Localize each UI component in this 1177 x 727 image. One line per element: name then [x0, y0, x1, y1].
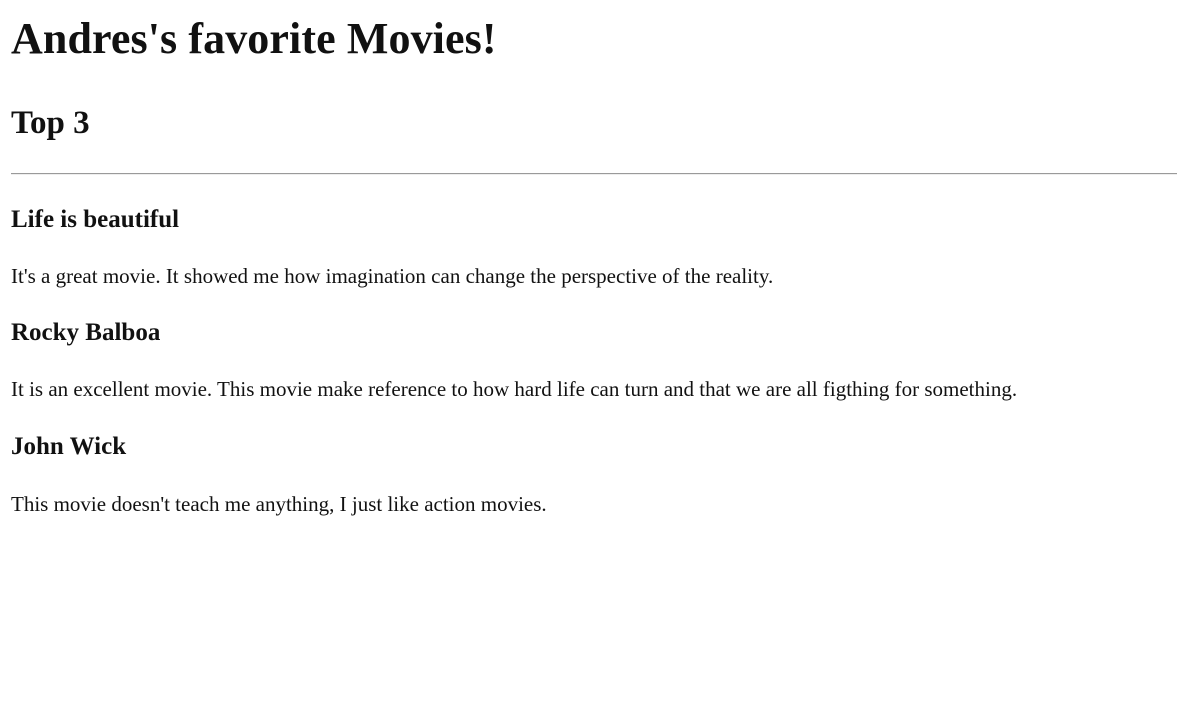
movie-description: This movie doesn't teach me anything, I …	[11, 492, 547, 516]
page-title: Andres's favorite Movies!	[11, 14, 497, 63]
page-subtitle: Top 3	[11, 105, 90, 141]
page: Andres's favorite Movies! Top 3 Life is …	[11, 0, 1177, 517]
movie-title: John Wick	[11, 433, 127, 460]
movie-description: It is an excellent movie. This movie mak…	[11, 377, 1018, 401]
movie-entry: John Wick This movie doesn't teach me an…	[11, 432, 1177, 517]
movie-entry: Rocky Balboa It is an excellent movie. T…	[11, 318, 1177, 402]
divider	[11, 173, 1177, 175]
movie-title: Rocky Balboa	[11, 319, 161, 346]
movie-entry: Life is beautiful It's a great movie. It…	[11, 205, 1177, 289]
movie-title: Life is beautiful	[11, 206, 180, 233]
movie-description: It's a great movie. It showed me how ima…	[11, 264, 774, 288]
